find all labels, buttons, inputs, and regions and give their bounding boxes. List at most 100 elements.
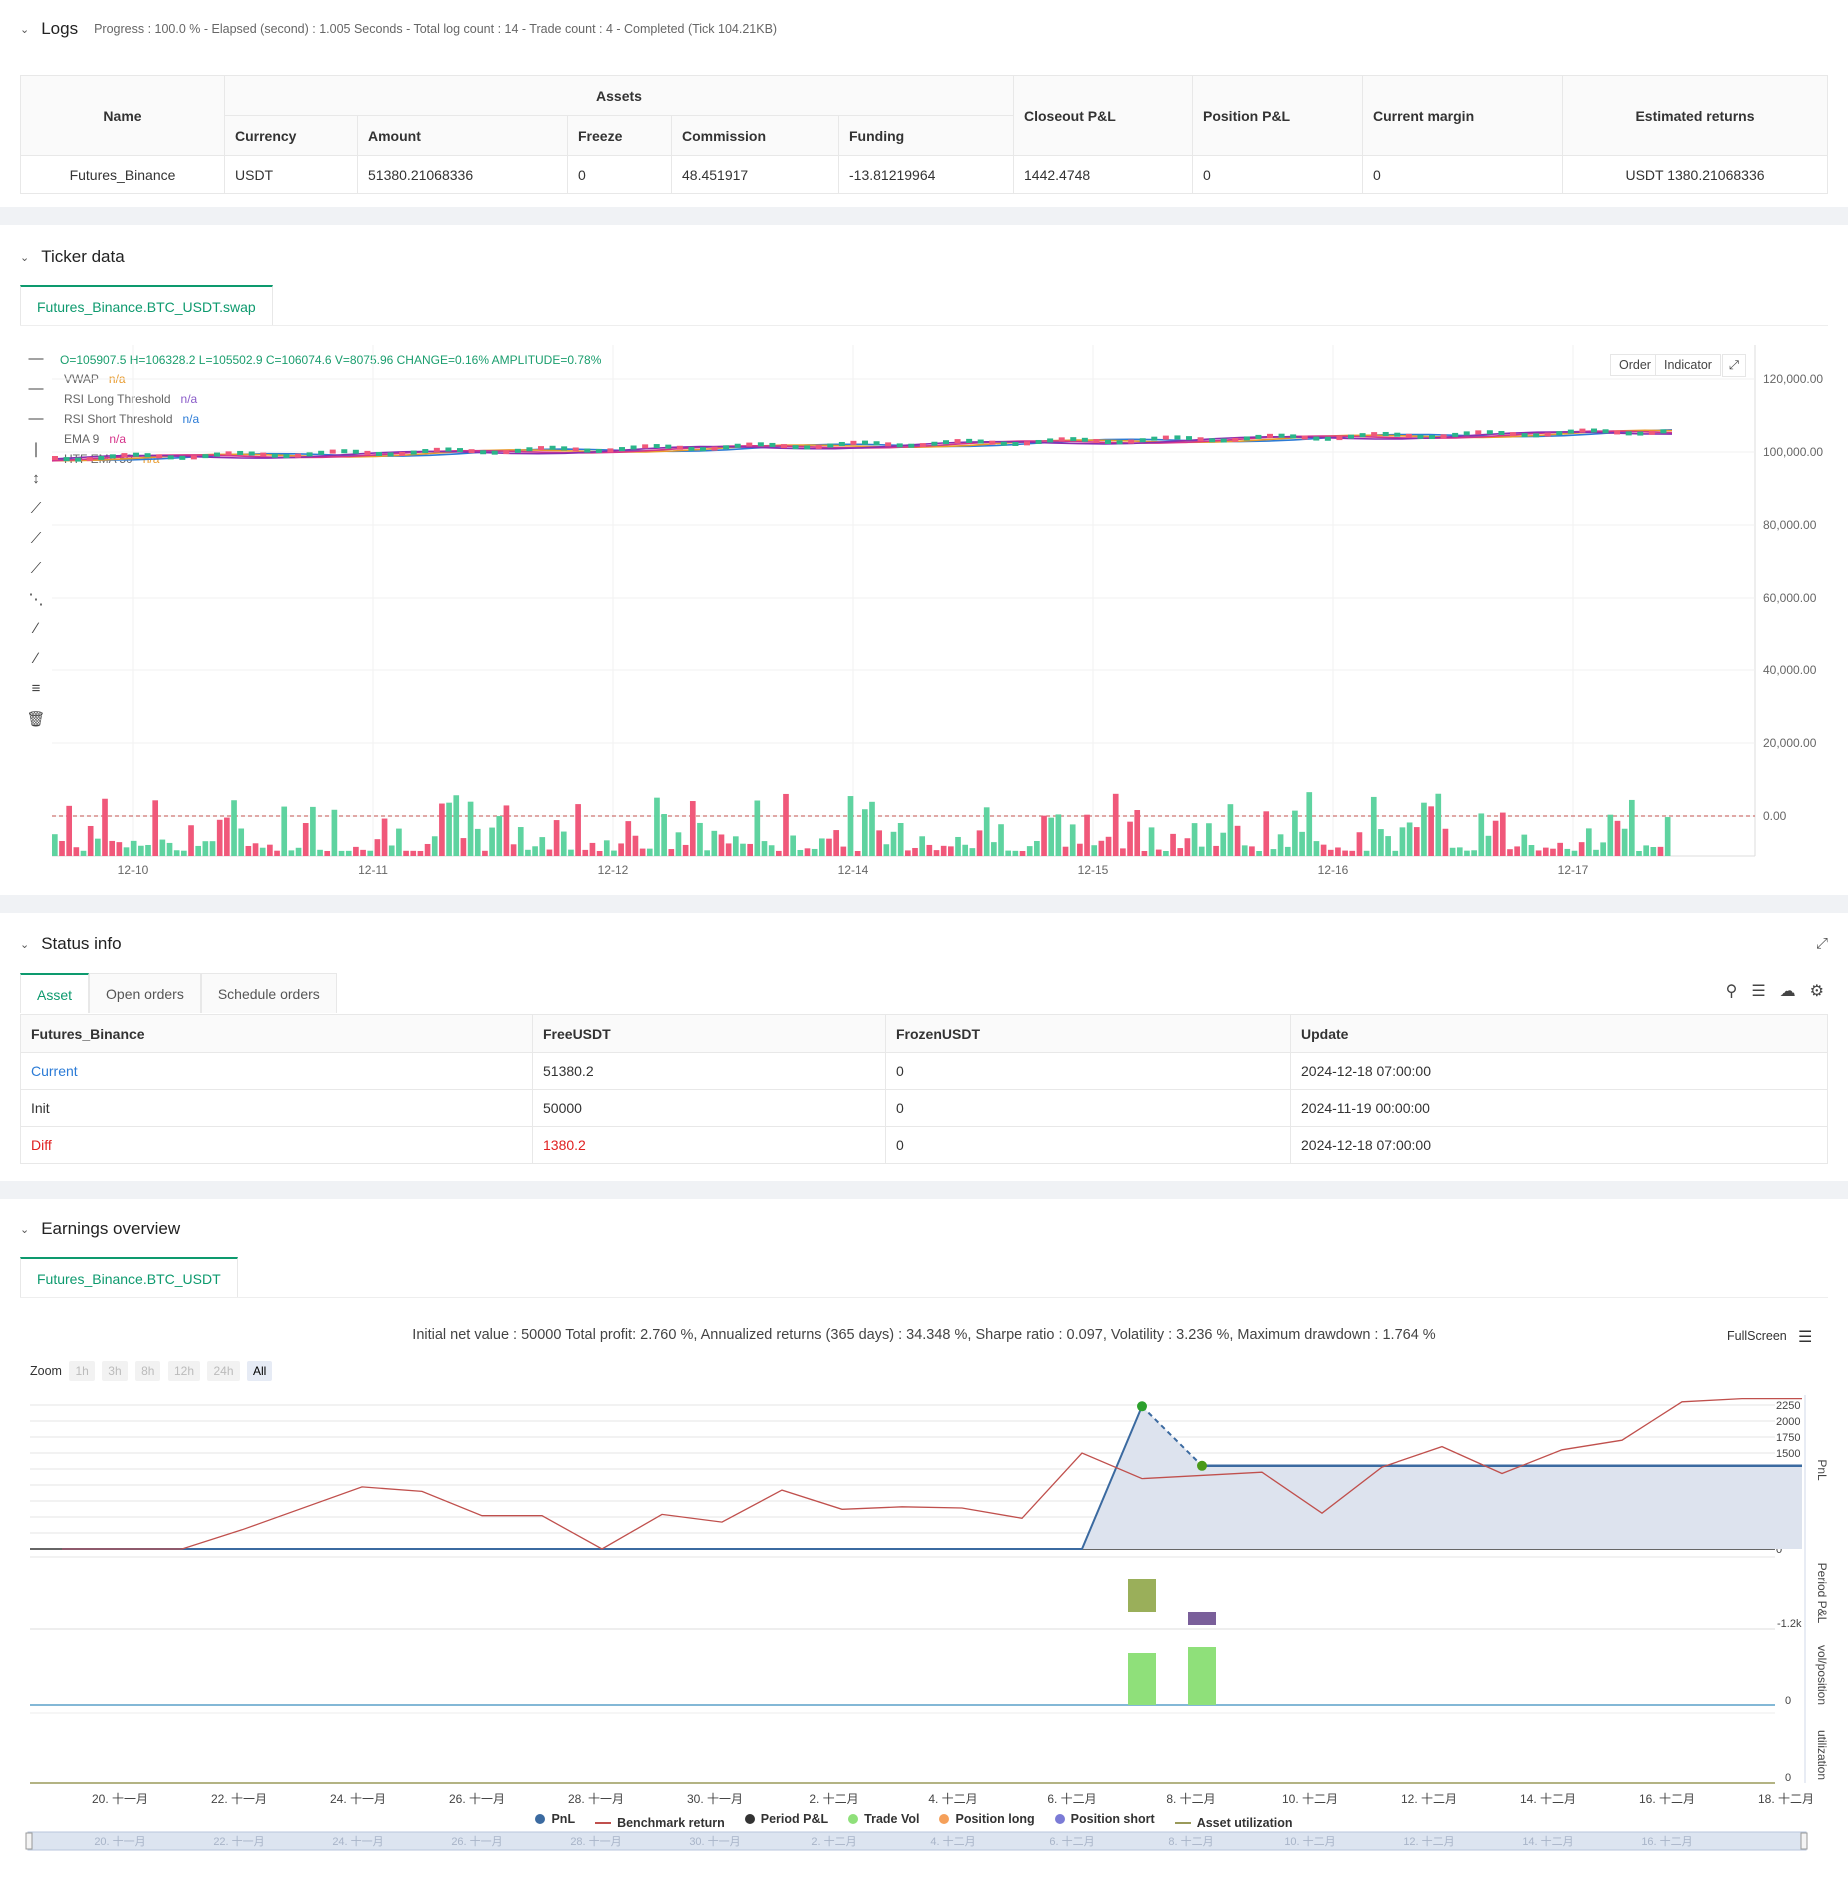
earnings-header[interactable]: ⌄ Earnings overview xyxy=(20,1219,180,1239)
candle xyxy=(422,449,429,454)
volume-bar xyxy=(252,843,259,856)
volume-bar xyxy=(1134,810,1141,856)
tab-asset[interactable]: Asset xyxy=(20,973,90,1013)
candle xyxy=(98,455,105,460)
tab-btc-swap[interactable]: Futures_Binance.BTC_USDT.swap xyxy=(20,285,273,325)
row-label-diff: Diff xyxy=(20,1126,533,1164)
volume-bar xyxy=(1335,847,1341,856)
chevron-down-icon[interactable]: ⌄ xyxy=(20,23,29,36)
zoom-all[interactable]: All xyxy=(247,1361,273,1381)
volume-bar xyxy=(80,850,87,856)
candle xyxy=(271,453,278,458)
volume-bar xyxy=(718,834,725,856)
chevron-down-icon[interactable]: ⌄ xyxy=(20,251,29,264)
volume-bar xyxy=(804,848,811,856)
legend-benchmark-return[interactable]: Benchmark return xyxy=(595,1816,725,1830)
chevron-down-icon[interactable]: ⌄ xyxy=(20,1223,29,1236)
candle xyxy=(1313,436,1320,441)
chevron-down-icon[interactable]: ⌄ xyxy=(20,938,29,951)
volume-bar xyxy=(654,797,660,856)
candle xyxy=(850,440,857,445)
candle xyxy=(838,441,845,446)
candle xyxy=(989,440,996,445)
menu-icon[interactable]: ☰ xyxy=(1751,981,1765,1001)
volume-bar xyxy=(159,839,166,856)
volume-bar xyxy=(539,837,546,856)
navigator-tick-label: 4. 十二月 xyxy=(930,1834,975,1848)
legend-position-short[interactable]: Position short xyxy=(1054,1812,1155,1826)
legend-position-long[interactable]: Position long xyxy=(939,1812,1035,1826)
search-icon[interactable]: ⚲ xyxy=(1726,981,1738,1001)
volume-bar xyxy=(224,817,230,856)
zoom-3h[interactable]: 3h xyxy=(102,1361,128,1381)
candle xyxy=(896,443,903,448)
zoom-12h[interactable]: 12h xyxy=(167,1361,200,1381)
pnl-tick-label: 1500 xyxy=(1776,1448,1800,1460)
ticker-chart[interactable]: 120,000.00 100,000.00 80,000.00 60,000.00 40… xyxy=(0,340,1848,890)
tab-schedule-orders[interactable]: Schedule orders xyxy=(200,973,337,1013)
tab-btc-usdt[interactable]: Futures_Binance.BTC_USDT xyxy=(20,1257,238,1297)
volume-bar xyxy=(116,842,123,856)
navigator-tick-label: 2. 十二月 xyxy=(811,1834,856,1848)
date-tick-label: 2. 十二月 xyxy=(809,1792,858,1806)
candle xyxy=(121,453,128,458)
legend-trade-vol[interactable]: Trade Vol xyxy=(848,1812,919,1826)
ticker-header[interactable]: ⌄ Ticker data xyxy=(20,247,125,267)
cloud-download-icon[interactable]: ☁ xyxy=(1780,981,1796,1001)
candle xyxy=(1243,436,1250,441)
cell-returns: USDT 1380.21068336 xyxy=(1562,155,1828,194)
candle xyxy=(1463,431,1470,436)
volume-bar xyxy=(474,828,481,856)
volume-bar xyxy=(1048,817,1055,856)
volume-bar xyxy=(933,850,940,856)
volume-bar xyxy=(1413,827,1420,856)
volume-bar xyxy=(302,823,309,856)
margin-header: Current margin xyxy=(1362,75,1563,156)
logs-header[interactable]: ⌄ Logs Progress : 100.0 % - Elapsed (sec… xyxy=(20,19,777,39)
status-panel: ⌄ Status info ⤢ Asset Open orders Schedu… xyxy=(0,913,1848,1181)
volume-bar xyxy=(532,846,538,856)
volume-bar xyxy=(109,840,116,856)
volume-bar xyxy=(1507,849,1513,856)
candle xyxy=(1081,437,1088,442)
candle xyxy=(1660,429,1667,434)
volume-bar xyxy=(1019,851,1026,856)
candle xyxy=(1405,433,1412,438)
price-tick-label: 0.00 xyxy=(1763,809,1787,823)
legend-pnl[interactable]: PnL xyxy=(535,1812,575,1826)
candle xyxy=(179,455,186,460)
volume-bar xyxy=(1456,847,1463,856)
candle xyxy=(1521,433,1528,438)
volume-bar xyxy=(1112,793,1119,856)
fullscreen-button[interactable]: FullScreen xyxy=(1727,1329,1787,1343)
candle xyxy=(1625,431,1632,436)
candle xyxy=(1556,431,1563,436)
earnings-chart[interactable]: 2250200017501500125010007505002500-1.2k0… xyxy=(0,1385,1848,1882)
navigator-tick-label: 8. 十二月 xyxy=(1168,1834,1213,1848)
volume-bar xyxy=(374,839,381,856)
candle xyxy=(1336,436,1343,441)
volume-bar xyxy=(1643,845,1649,856)
volume-bar xyxy=(1449,847,1456,856)
earnings-title: Earnings overview xyxy=(41,1219,181,1238)
legend-label: Period P&L xyxy=(760,1812,829,1826)
menu-icon[interactable]: ☰ xyxy=(1798,1327,1812,1347)
legend-asset-utilization[interactable]: Asset utilization xyxy=(1174,1816,1293,1830)
volume-bar xyxy=(991,842,997,856)
navigator-tick-label: 30. 十一月 xyxy=(689,1834,740,1848)
tab-open-orders[interactable]: Open orders xyxy=(89,973,201,1013)
zoom-1h[interactable]: 1h xyxy=(69,1361,95,1381)
candle xyxy=(214,452,220,457)
collapse-icon[interactable]: ⤢ xyxy=(1816,935,1828,952)
candle xyxy=(1544,432,1551,437)
volume-bar xyxy=(854,850,861,856)
zoom-24h[interactable]: 24h xyxy=(207,1361,240,1381)
legend-period-p-l[interactable]: Period P&L xyxy=(744,1812,829,1826)
settings-icon[interactable]: ⚙ xyxy=(1810,981,1824,1001)
volume-bar xyxy=(1184,838,1191,856)
status-header[interactable]: ⌄ Status info xyxy=(20,934,122,954)
zoom-8h[interactable]: 8h xyxy=(135,1361,161,1381)
time-tick-label: 12-17 xyxy=(1558,863,1589,877)
volume-bar xyxy=(689,801,696,856)
legend-marker-icon xyxy=(744,1814,755,1824)
